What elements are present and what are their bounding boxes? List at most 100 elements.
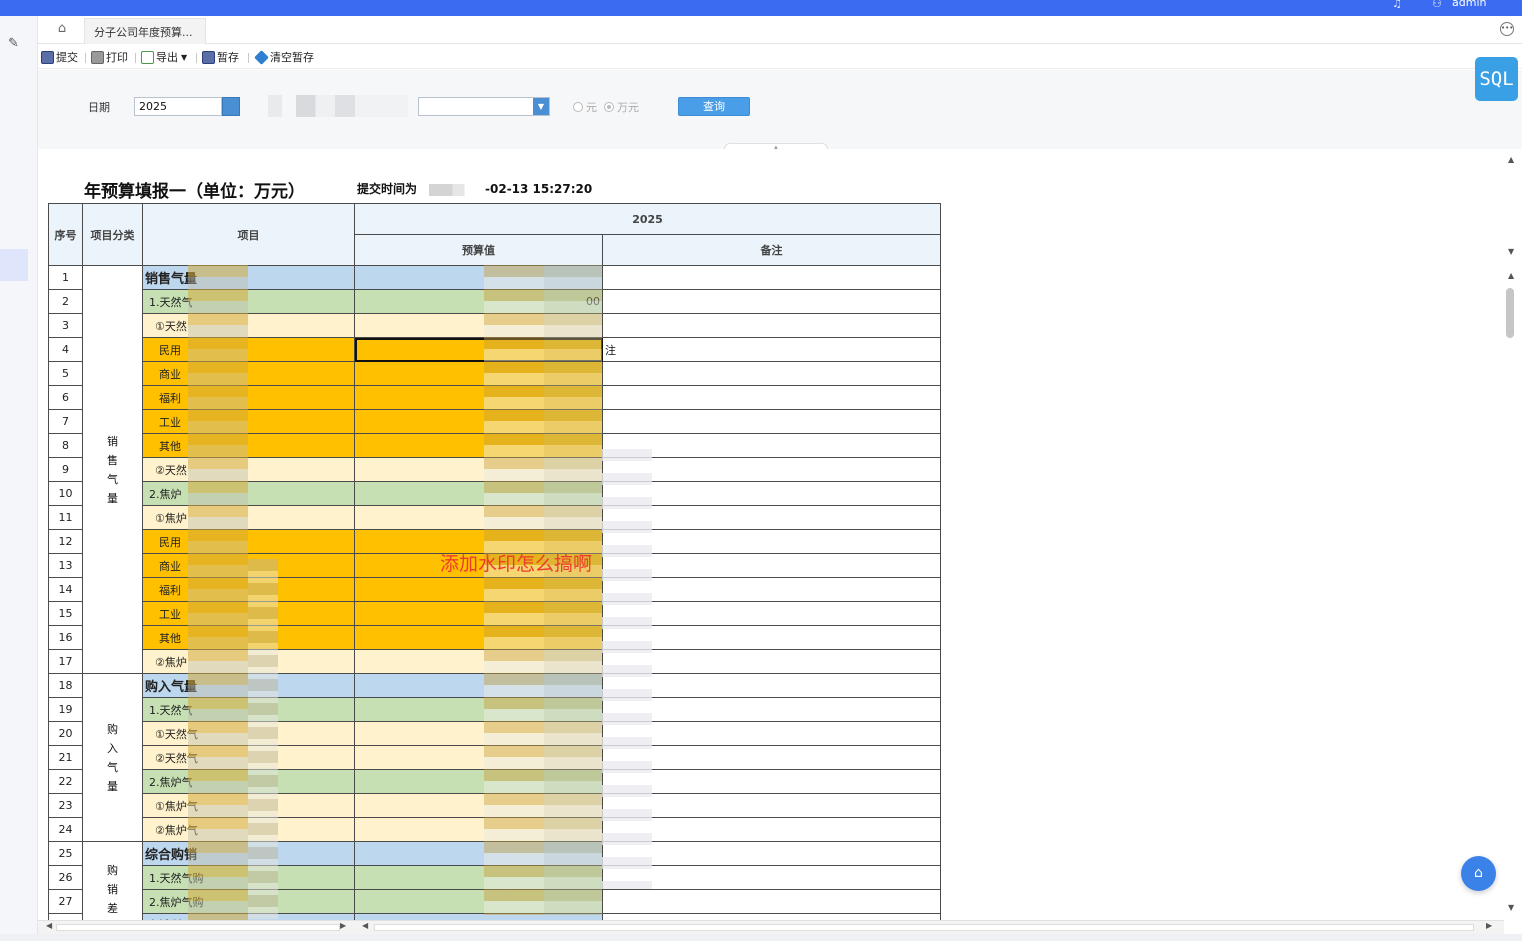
- horizontal-scrollbar[interactable]: ◀ ▶ ◀ ▶: [38, 920, 1504, 934]
- remark-cell[interactable]: [602, 313, 941, 338]
- budget-value-cell[interactable]: [354, 673, 603, 698]
- remark-cell[interactable]: [602, 817, 941, 842]
- remark-cell[interactable]: [602, 481, 941, 506]
- budget-value-cell[interactable]: [354, 505, 603, 530]
- budget-value-cell[interactable]: [354, 649, 603, 674]
- scroll-right-icon[interactable]: ▶: [340, 921, 346, 930]
- unit-wanyuan-radio[interactable]: 万元: [604, 99, 639, 115]
- budget-value-cell[interactable]: [354, 409, 603, 434]
- bell-icon[interactable]: ♫: [1392, 0, 1402, 10]
- budget-value-cell[interactable]: [354, 889, 603, 914]
- row-seq: 20: [48, 721, 83, 746]
- table-row: 23 ①焦炉气: [48, 793, 941, 818]
- row-item: 2.焦炉气: [142, 769, 355, 794]
- remark-cell[interactable]: [602, 361, 941, 386]
- scroll-left-icon[interactable]: ◀: [362, 921, 368, 930]
- budget-value-cell[interactable]: [354, 433, 603, 458]
- tab-budget-report[interactable]: 分子公司年度预算...: [84, 18, 206, 44]
- calendar-icon[interactable]: [222, 97, 240, 116]
- remark-cell[interactable]: [602, 745, 941, 770]
- remark-cell[interactable]: [602, 649, 941, 674]
- left-rail-selected-item[interactable]: [0, 249, 28, 281]
- unit-yuan-radio[interactable]: 元: [573, 99, 597, 115]
- budget-value-cell[interactable]: [354, 841, 603, 866]
- sql-badge[interactable]: SQL: [1475, 57, 1518, 101]
- more-options-icon[interactable]: •••: [1500, 22, 1514, 36]
- budget-value-cell[interactable]: [354, 601, 603, 626]
- clear-draft-button[interactable]: 清空暂存: [254, 49, 314, 65]
- remark-cell[interactable]: [602, 433, 941, 458]
- remark-cell[interactable]: [602, 289, 941, 314]
- budget-value-cell[interactable]: [354, 265, 603, 290]
- budget-value-cell[interactable]: [354, 793, 603, 818]
- remark-cell[interactable]: [602, 889, 941, 914]
- scroll-right-icon[interactable]: ▶: [1486, 921, 1492, 930]
- budget-value-cell[interactable]: [354, 313, 603, 338]
- table-row: 4 民用 注: [48, 337, 941, 362]
- budget-value-cell[interactable]: [354, 457, 603, 482]
- scroll-up-icon[interactable]: ▲: [1508, 271, 1514, 280]
- row-seq: 15: [48, 601, 83, 626]
- budget-value-cell[interactable]: [354, 577, 603, 602]
- row-item: ①天然气: [142, 721, 355, 746]
- budget-value-cell[interactable]: [354, 361, 603, 386]
- remark-cell[interactable]: [602, 457, 941, 482]
- remark-cell[interactable]: [602, 673, 941, 698]
- budget-value-cell[interactable]: [354, 817, 603, 842]
- save-draft-button[interactable]: 暂存: [202, 49, 239, 65]
- query-button[interactable]: 查询: [678, 97, 750, 116]
- scroll-thumb[interactable]: [374, 924, 1474, 931]
- scroll-left-icon[interactable]: ◀: [46, 921, 52, 930]
- status-strip: [0, 934, 1522, 941]
- remark-cell[interactable]: [602, 625, 941, 650]
- remark-cell[interactable]: [602, 265, 941, 290]
- chevron-down-icon[interactable]: ▼: [533, 98, 549, 115]
- budget-value-cell[interactable]: 00: [354, 289, 603, 314]
- budget-value-cell[interactable]: [354, 337, 603, 362]
- remark-cell[interactable]: [602, 841, 941, 866]
- export-button[interactable]: 导出 ▼: [141, 49, 187, 65]
- remark-cell[interactable]: [602, 601, 941, 626]
- remark-cell[interactable]: [602, 793, 941, 818]
- date-input[interactable]: 2025: [134, 97, 222, 116]
- remark-cell[interactable]: [602, 553, 941, 578]
- home-icon[interactable]: ⌂: [52, 21, 72, 39]
- remark-cell[interactable]: [602, 529, 941, 554]
- remark-cell[interactable]: [602, 505, 941, 530]
- scroll-down-icon[interactable]: ▼: [1508, 247, 1514, 256]
- row-seq: 9: [48, 457, 83, 482]
- remark-cell[interactable]: [602, 409, 941, 434]
- budget-value-cell[interactable]: [354, 385, 603, 410]
- scroll-up-icon[interactable]: ▲: [1508, 155, 1514, 164]
- pin-icon[interactable]: ✎: [8, 36, 19, 51]
- user-icon[interactable]: ⚇: [1432, 0, 1442, 10]
- scroll-thumb[interactable]: [1506, 288, 1514, 338]
- remark-cell[interactable]: [602, 721, 941, 746]
- vertical-scrollbar[interactable]: ▲ ▼ ▲ ▼: [1504, 149, 1522, 920]
- remark-cell[interactable]: [602, 697, 941, 722]
- submit-button[interactable]: 提交: [41, 49, 78, 65]
- scroll-down-icon[interactable]: ▼: [1508, 903, 1514, 912]
- report-title: 年预算填报一（单位：万元）: [84, 182, 305, 202]
- budget-value-cell[interactable]: [354, 625, 603, 650]
- budget-value-cell[interactable]: [354, 697, 603, 722]
- print-button[interactable]: 打印: [91, 49, 128, 65]
- budget-value-cell[interactable]: [354, 481, 603, 506]
- scroll-thumb[interactable]: [56, 924, 340, 931]
- budget-value-cell[interactable]: [354, 721, 603, 746]
- remark-cell[interactable]: [602, 385, 941, 410]
- eraser-icon: [254, 49, 269, 65]
- assistant-bot-icon[interactable]: ⌂: [1461, 856, 1496, 891]
- budget-value-cell[interactable]: [354, 769, 603, 794]
- left-rail: ✎ ⋮⋮: [0, 16, 44, 941]
- remark-cell[interactable]: [602, 769, 941, 794]
- remark-cell[interactable]: [602, 865, 941, 890]
- org-select[interactable]: ▼: [418, 97, 550, 116]
- remark-cell[interactable]: 注: [602, 337, 941, 362]
- row-item: 1.天然气购: [142, 865, 355, 890]
- header-remark: 备注: [602, 234, 941, 266]
- budget-value-cell[interactable]: [354, 865, 603, 890]
- budget-value-cell[interactable]: [354, 745, 603, 770]
- user-name[interactable]: admin: [1452, 0, 1486, 9]
- remark-cell[interactable]: [602, 577, 941, 602]
